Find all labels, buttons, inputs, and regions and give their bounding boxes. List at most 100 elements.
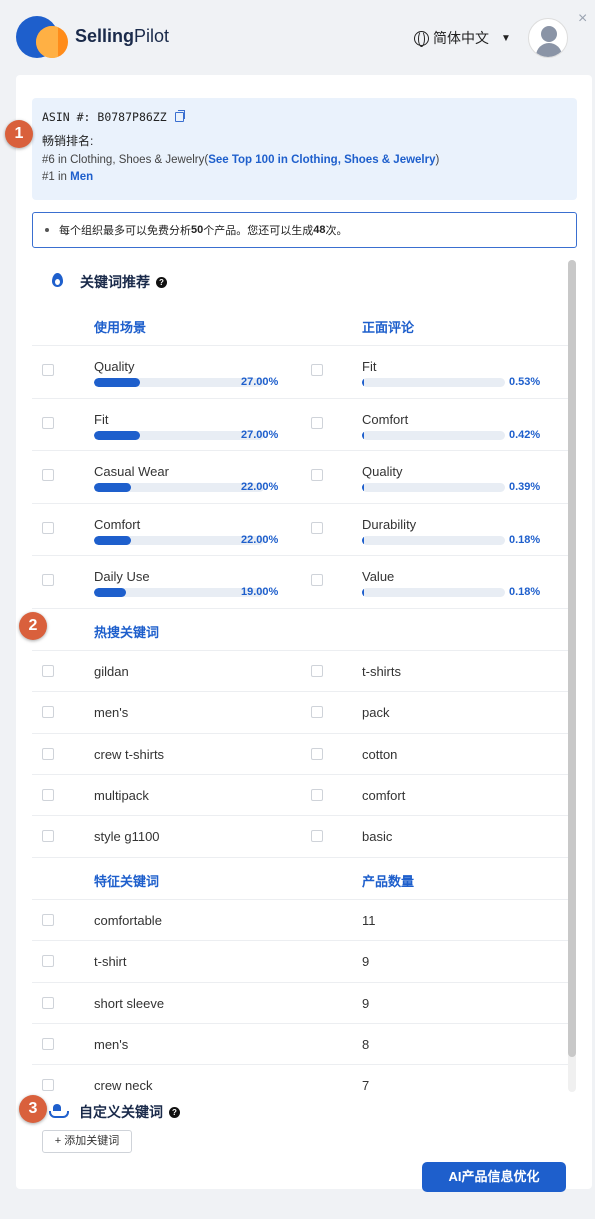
checkbox[interactable]	[311, 747, 323, 760]
hot-keyword: style g1100	[94, 829, 160, 845]
hands-icon	[49, 1104, 69, 1118]
language-label: 简体中文	[433, 30, 489, 46]
usage-bar	[94, 588, 264, 597]
row-divider	[32, 940, 568, 942]
hot-keyword: men's	[94, 705, 129, 721]
hot-keyword: t-shirts	[362, 664, 401, 679]
row-divider	[32, 1022, 568, 1024]
checkbox[interactable]	[42, 706, 54, 719]
checkbox[interactable]	[42, 469, 54, 481]
caret-down-icon: ▼	[501, 32, 511, 44]
checkbox[interactable]	[311, 469, 323, 481]
checkbox[interactable]	[42, 914, 54, 926]
hot-keyword: crew t-shirts	[94, 746, 165, 762]
rank2-prefix: #1 in	[42, 171, 71, 183]
usage-keyword: Quality	[94, 359, 135, 374]
usage-keyword: Daily Use	[94, 569, 150, 584]
usage-percent: 22.00%	[241, 481, 279, 493]
checkbox[interactable]	[311, 830, 323, 843]
review-bar	[362, 588, 505, 597]
help-icon[interactable]: ?	[169, 1106, 180, 1118]
checkbox[interactable]	[311, 788, 323, 801]
row-divider	[32, 555, 568, 556]
review-bar	[362, 378, 505, 387]
checkbox[interactable]	[42, 955, 54, 968]
checkbox[interactable]	[311, 706, 323, 719]
rank-line-2: #1 in Men	[42, 171, 567, 183]
usage-keyword: Comfort	[94, 516, 141, 532]
notice-n2: 48	[313, 224, 326, 236]
review-keyword: Durability	[362, 516, 417, 532]
checkbox[interactable]	[42, 574, 54, 586]
language-selector[interactable]: 简体中文 ▼	[414, 28, 511, 48]
feature-keyword-header: 特征关键词	[94, 874, 160, 889]
product-count-header: 产品数量	[362, 874, 415, 889]
asin-line: ASIN #: B0787P86ZZ	[42, 110, 567, 124]
custom-section-title: 自定义关键词 ?	[79, 1102, 180, 1122]
top100-link[interactable]: See Top 100 in Clothing, Shoes & Jewelry	[208, 154, 435, 166]
checkbox[interactable]	[42, 665, 54, 677]
checkbox[interactable]	[311, 364, 323, 376]
product-count: 11	[362, 913, 376, 928]
review-percent: 0.53%	[509, 376, 541, 388]
notice-mid: 个产品。您还可以生成	[203, 225, 314, 237]
product-count: 7	[362, 1078, 370, 1094]
checkbox[interactable]	[311, 521, 323, 534]
men-category-link[interactable]: Men	[70, 171, 93, 183]
row-divider	[32, 1064, 568, 1066]
checkbox[interactable]	[42, 747, 54, 760]
scrollbar-thumb[interactable]	[568, 260, 576, 1057]
brand-rest: Pilot	[134, 26, 170, 46]
review-bar	[362, 535, 505, 545]
step-badge-2: 2	[19, 612, 47, 640]
row-divider	[32, 981, 568, 983]
review-header: 正面评论	[362, 320, 415, 335]
hot-keyword: multipack	[94, 787, 149, 803]
checkbox[interactable]	[311, 574, 323, 586]
usage-bar-fill	[94, 483, 132, 492]
app-header: SellingPilot 简体中文 ▼ ×	[0, 0, 595, 75]
review-bar-fill	[362, 430, 364, 440]
review-percent: 0.42%	[509, 428, 541, 441]
checkbox[interactable]	[42, 521, 54, 534]
rank-label: 畅销排名:	[42, 134, 94, 148]
add-keyword-button[interactable]: + 添加关键词	[42, 1130, 132, 1153]
row-divider	[32, 607, 568, 609]
rank1-prefix: #6 in Clothing, Shoes & Jewelry(	[42, 154, 209, 166]
keyword-section-title: 关键词推荐 ?	[80, 272, 167, 292]
checkbox[interactable]	[42, 416, 54, 429]
usage-keyword: Fit	[94, 411, 109, 427]
checkbox[interactable]	[42, 1079, 54, 1092]
checkbox[interactable]	[42, 364, 54, 376]
row-divider	[32, 397, 568, 399]
close-icon[interactable]: ×	[578, 10, 587, 28]
hot-keyword: pack	[362, 705, 390, 721]
row-divider	[32, 899, 568, 900]
feature-keyword: comfortable	[94, 913, 162, 928]
bullet-icon	[45, 228, 49, 232]
checkbox[interactable]	[42, 830, 54, 843]
step-badge-1: 1	[5, 120, 33, 148]
review-percent: 0.39%	[509, 481, 541, 493]
usage-bar-fill	[94, 430, 140, 440]
fire-icon	[52, 273, 63, 287]
hot-keyword: comfort	[362, 787, 406, 803]
avatar[interactable]	[528, 18, 568, 58]
usage-bar	[94, 378, 264, 387]
usage-percent: 27.00%	[241, 376, 279, 388]
checkbox[interactable]	[311, 416, 323, 429]
checkbox[interactable]	[311, 665, 323, 677]
help-icon[interactable]: ?	[156, 276, 167, 288]
checkbox[interactable]	[42, 788, 54, 801]
copy-icon[interactable]	[174, 110, 185, 122]
usage-bar-fill	[94, 535, 132, 545]
row-divider	[32, 732, 568, 734]
checkbox[interactable]	[42, 1037, 54, 1050]
usage-percent: 27.00%	[241, 428, 279, 441]
step-badge-3: 3	[19, 1095, 47, 1123]
usage-notice: 每个组织最多可以免费分析 50 个产品。您还可以生成 48 次。	[32, 212, 577, 248]
keyword-section-label: 关键词推荐	[80, 274, 150, 290]
row-divider	[32, 815, 568, 817]
checkbox[interactable]	[42, 996, 54, 1009]
ai-optimize-button[interactable]: AI产品信息优化	[422, 1162, 566, 1192]
